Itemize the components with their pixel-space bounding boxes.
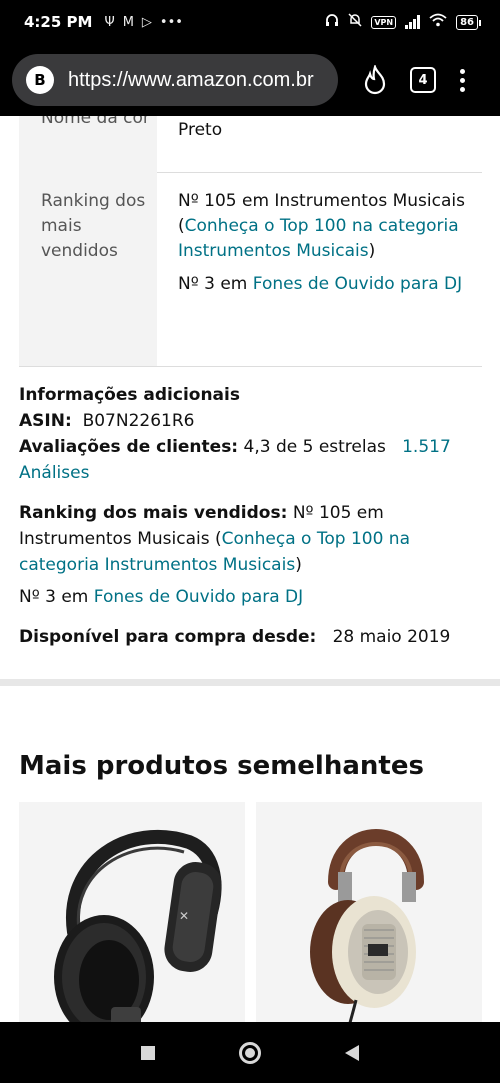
black-headphones-image: ✕ — [54, 829, 222, 1022]
browser-toolbar: B https://www.amazon.com.br 4 — [0, 44, 500, 116]
similar-products-title: Mais produtos semelhantes — [19, 751, 424, 781]
svg-text:✕: ✕ — [179, 909, 189, 923]
dj-headphones-link[interactable]: Fones de Ouvido para DJ — [253, 274, 462, 294]
rank-text: ) — [368, 241, 376, 261]
additional-info: Informações adicionais ASIN: B07N2261R6 … — [19, 382, 481, 650]
usb-icon: Ψ — [104, 14, 115, 30]
rank-text: Nº 3 em — [178, 274, 253, 294]
signal-icon — [405, 15, 421, 29]
spec-row-color: Nome da cor Preto — [19, 116, 482, 173]
more-notifications-icon: ••• — [159, 14, 183, 30]
ranking-line: Ranking dos mais vendidos: Nº 105 em Ins… — [19, 503, 410, 575]
dj-headphones-link[interactable]: Fones de Ouvido para DJ — [94, 587, 303, 607]
play-store-icon: ▷ — [141, 14, 152, 30]
spec-label: Nome da cor — [19, 116, 157, 173]
section-heading: Informações adicionais — [19, 385, 240, 405]
rank2-line: Nº 3 em Fones de Ouvido para DJ — [19, 587, 304, 607]
spec-value: Preto — [178, 120, 223, 140]
top100-link[interactable]: Conheça o Top 100 na categoria Instrumen… — [178, 216, 459, 261]
rank-line-2: Nº 3 em Fones de Ouvido para DJ — [178, 272, 482, 297]
wifi-icon — [429, 13, 447, 31]
url-text[interactable]: https://www.amazon.com.br — [68, 69, 314, 92]
spec-table: Nome da cor Preto Ranking dos mais vendi… — [19, 116, 482, 367]
section-divider — [0, 679, 500, 686]
fire-icon[interactable] — [362, 63, 388, 95]
vpn-badge: VPN — [371, 15, 397, 29]
gmail-icon: M — [122, 14, 134, 30]
reviews-line: Avaliações de clientes: 4,3 de 5 estrela… — [19, 437, 451, 483]
battery-indicator: 86 — [456, 14, 481, 30]
rank-line-1: Nº 105 em Instrumentos Musicais (Conheça… — [178, 189, 482, 264]
headphones-icon — [325, 13, 339, 31]
bell-muted-icon — [348, 13, 362, 31]
spec-row-ranking: Ranking dos mais vendidos Nº 105 em Inst… — [19, 173, 482, 367]
available-since-line: Disponível para compra desde: 28 maio 20… — [19, 627, 451, 647]
site-identity-icon[interactable]: B — [26, 66, 54, 94]
asin-line: ASIN: B07N2261R6 — [19, 411, 195, 431]
system-nav-bar — [0, 1022, 500, 1083]
product-card[interactable] — [256, 802, 482, 1022]
status-icons: VPN 86 — [325, 13, 481, 31]
home-icon[interactable] — [239, 1041, 261, 1064]
back-icon[interactable] — [345, 1044, 359, 1061]
page-content: Nome da cor Preto Ranking dos mais vendi… — [0, 116, 500, 1022]
browser-menu-icon[interactable] — [460, 68, 465, 92]
cream-headphones-image — [310, 829, 424, 1022]
product-card[interactable]: ✕ — [19, 802, 245, 1022]
status-time: 4:25 PM — [24, 13, 93, 31]
tab-switcher-button[interactable]: 4 — [410, 67, 436, 93]
spec-label: Ranking dos mais vendidos — [19, 173, 157, 366]
spec-value: Nº 105 em Instrumentos Musicais (Conheça… — [157, 173, 482, 366]
recent-apps-icon[interactable] — [141, 1045, 155, 1060]
address-bar[interactable]: B https://www.amazon.com.br — [12, 54, 338, 106]
status-bar: 4:25 PM Ψ M ▷ ••• VPN 86 — [0, 0, 500, 44]
